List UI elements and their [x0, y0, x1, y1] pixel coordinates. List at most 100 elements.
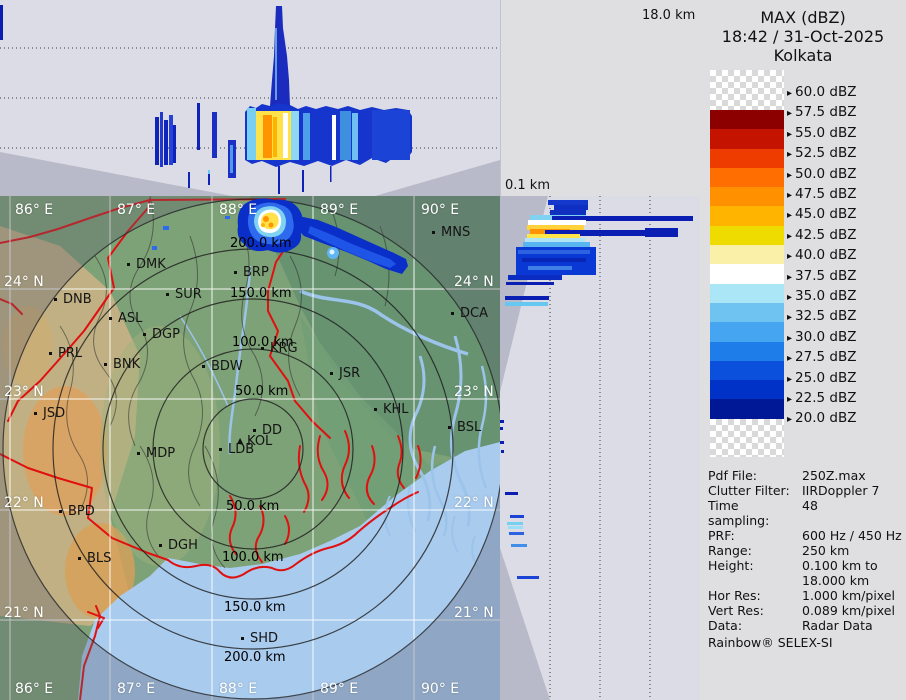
- longitude-label: 89° E: [320, 681, 359, 697]
- city-dot-icon: [54, 298, 57, 301]
- longitude-label: 89° E: [320, 202, 359, 218]
- latitude-label: 23° N: [454, 384, 494, 400]
- metadata-row: Hor Res: 1.000 km/pixel: [708, 588, 904, 603]
- longitude-label: 88° E: [219, 202, 258, 218]
- scale-block-above-max: [710, 70, 784, 110]
- city-label: SUR: [175, 287, 202, 302]
- level-text: 30.0 dBZ: [795, 328, 857, 345]
- side-cross-section-graphic: [500, 196, 693, 700]
- level-arrow-icon: ▸: [787, 312, 793, 324]
- city-label: BRP: [243, 265, 269, 280]
- dbz-level-label: ▸ 52.5 dBZ: [787, 145, 856, 161]
- city-dot-icon: [49, 352, 52, 355]
- level-text: 47.5 dBZ: [795, 186, 857, 202]
- level-text: 52.5 dBZ: [795, 145, 857, 162]
- height-max-label: 18.0 km: [642, 8, 696, 23]
- city-dot-icon: [451, 312, 454, 315]
- scale-block: [710, 148, 784, 168]
- scale-block: [710, 302, 784, 323]
- city-label: MNS: [441, 225, 471, 240]
- dbz-level-label: ▸ 22.5 dBZ: [787, 390, 856, 406]
- dbz-level-label: ▸ 50.0 dBZ: [787, 166, 856, 182]
- city-dot-icon: [261, 347, 264, 350]
- scale-block: [710, 399, 784, 419]
- scale-block: [710, 322, 784, 342]
- city-dot-icon: [59, 510, 62, 513]
- city-label: JSR: [339, 366, 361, 381]
- city-dot-icon: [374, 408, 377, 411]
- level-text: 22.5 dBZ: [795, 390, 857, 406]
- station-name: Kolkata: [773, 46, 833, 65]
- metadata-label: PRF:: [708, 528, 735, 543]
- city-label: KRG: [270, 341, 298, 356]
- city-dot-icon: [78, 557, 81, 560]
- city-label: JSD: [43, 406, 66, 421]
- metadata-rows: Pdf File: 250Z.max Clutter Filter: IIRDoppl…: [708, 468, 904, 633]
- level-arrow-icon: ▸: [787, 108, 793, 120]
- metadata-value: IIRDoppler 7: [802, 483, 880, 498]
- dbz-level-label: ▸ 20.0 dBZ: [787, 410, 856, 426]
- city-label: PRL: [58, 346, 83, 361]
- metadata-label: Range:: [708, 543, 752, 558]
- dbz-level-label: ▸ 55.0 dBZ: [787, 125, 856, 141]
- level-arrow-icon: ▸: [787, 373, 793, 385]
- latitude-label: 24° N: [454, 274, 494, 290]
- city-label: DMK: [136, 257, 166, 272]
- height-min-label: 0.1 km: [505, 178, 550, 193]
- longitude-label: 90° E: [421, 202, 460, 218]
- level-arrow-icon: ▸: [787, 169, 793, 181]
- level-text: 57.5 dBZ: [795, 104, 857, 121]
- dbz-level-label: ▸ 37.5 dBZ: [787, 268, 856, 284]
- city-label: DCA: [460, 306, 488, 321]
- metadata-label: Time sampling:: [708, 498, 770, 528]
- scale-block: [710, 129, 784, 149]
- longitude-label: 87° E: [117, 202, 156, 218]
- metadata-row: PRF: 600 Hz / 450 Hz: [708, 528, 904, 543]
- level-text: 37.5 dBZ: [795, 267, 857, 284]
- level-arrow-icon: ▸: [787, 292, 793, 303]
- dbz-level-label: ▸ 57.5 dBZ: [787, 104, 856, 120]
- longitude-label: 86° E: [15, 681, 54, 697]
- metadata-value: 0.089 km/pixel: [802, 603, 895, 618]
- level-arrow-icon: ▸: [787, 190, 793, 201]
- level-text: 40.0 dBZ: [795, 247, 857, 264]
- dbz-level-label: ▸ 42.5 dBZ: [787, 227, 856, 243]
- metadata-row: Height: 0.100 km to 18.000 km: [708, 558, 904, 588]
- city-label: DGP: [152, 327, 180, 342]
- city-dot-icon: [109, 317, 112, 320]
- city-label: BPD: [68, 504, 95, 519]
- city-dot-icon: [127, 263, 130, 266]
- range-ring-label: 150.0 km: [230, 286, 292, 301]
- range-ring-label: 100.0 km: [222, 550, 284, 565]
- level-text: 45.0 dBZ: [795, 206, 857, 223]
- scale-block: [710, 360, 784, 381]
- city-dot-icon: [202, 365, 205, 368]
- dbz-level-label: ▸ 47.5 dBZ: [787, 186, 856, 202]
- city-label: MDP: [146, 446, 176, 461]
- level-arrow-icon: ▸: [787, 128, 793, 140]
- range-ring-label: 200.0 km: [224, 650, 286, 665]
- metadata-row: Range: 250 km: [708, 543, 904, 558]
- level-text: 27.5 dBZ: [795, 349, 857, 366]
- software-name: Rainbow® SELEX-SI: [708, 635, 833, 650]
- level-text: 60.0 dBZ: [795, 84, 857, 100]
- city-dot-icon: [219, 448, 222, 451]
- level-arrow-icon: ▸: [787, 210, 793, 222]
- metadata-row: Time sampling: 48: [708, 498, 904, 528]
- metadata-value: 48: [802, 498, 818, 513]
- metadata-row: Pdf File: 250Z.max: [708, 468, 904, 483]
- product-metadata: Pdf File: 250Z.max Clutter Filter: IIRDoppl…: [708, 468, 904, 650]
- latitude-label: 22° N: [4, 495, 44, 511]
- latitude-label: 23° N: [4, 384, 44, 400]
- city-dot-icon: [448, 426, 451, 429]
- level-arrow-icon: ▸: [787, 88, 793, 99]
- scale-block: [710, 341, 784, 361]
- legend-header: MAX (dBZ) 18:42 / 31-Oct-2025 Kolkata: [700, 8, 906, 65]
- level-text: 32.5 dBZ: [795, 308, 857, 325]
- city-dot-icon: [241, 637, 244, 640]
- dbz-level-label: ▸ 35.0 dBZ: [787, 288, 856, 304]
- city-label: ASL: [118, 311, 143, 326]
- metadata-row: Data: Radar Data: [708, 618, 904, 633]
- metadata-label: Hor Res:: [708, 588, 761, 603]
- city-label: DGH: [168, 538, 198, 553]
